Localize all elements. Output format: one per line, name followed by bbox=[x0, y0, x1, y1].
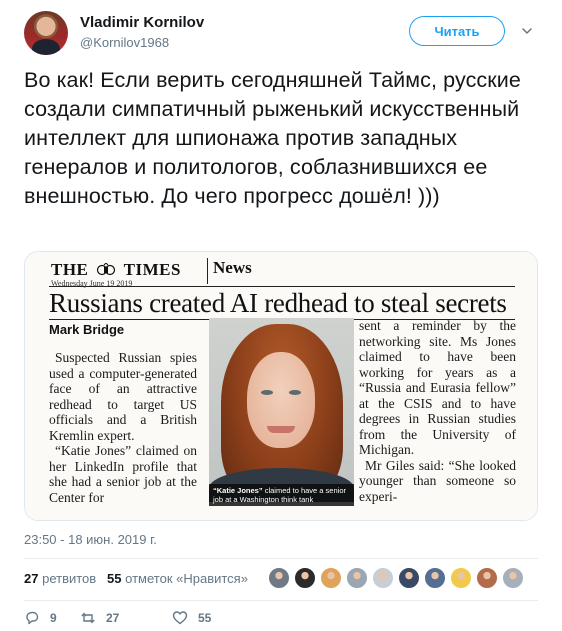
like-count: 55 bbox=[198, 611, 212, 625]
liker-avatar[interactable] bbox=[476, 567, 498, 589]
display-name[interactable]: Vladimir Kornilov bbox=[80, 14, 204, 31]
article-paragraph: Suspected Russian spies used a computer-… bbox=[49, 350, 197, 443]
liker-avatar[interactable] bbox=[320, 567, 342, 589]
article-column-right: sent a reminder by the networking site. … bbox=[359, 318, 516, 520]
chevron-down-icon[interactable] bbox=[522, 26, 532, 36]
masthead-left: THE bbox=[51, 260, 89, 279]
retweets-stat[interactable]: 27 ретвитов bbox=[24, 571, 96, 586]
masthead-divider bbox=[207, 258, 208, 284]
like-button[interactable]: 55 bbox=[172, 609, 211, 627]
article-paragraph: sent a reminder by the networking site. … bbox=[359, 318, 516, 457]
user-handle[interactable]: @Kornilov1968 bbox=[80, 35, 169, 50]
liker-avatar[interactable] bbox=[268, 567, 290, 589]
article-column-left: Suspected Russian spies used a computer-… bbox=[49, 350, 197, 520]
tweet-timestamp[interactable]: 23:50 - 18 июн. 2019 г. bbox=[24, 532, 157, 547]
retweet-count: 27 bbox=[106, 611, 120, 625]
reply-count: 9 bbox=[50, 611, 57, 625]
likes-stat[interactable]: 55 отметок «Нравится» bbox=[107, 571, 248, 586]
reply-button[interactable]: 9 bbox=[24, 609, 57, 627]
newspaper-clipping: THE TIMES Wednesday June 19 2019 News Ru… bbox=[25, 252, 537, 520]
retweet-icon bbox=[81, 612, 95, 624]
tweet-text: Во как! Если верить сегодняшней Таймс, р… bbox=[24, 68, 521, 208]
caption-name: “Katie Jones” bbox=[213, 486, 263, 495]
photo-caption: “Katie Jones” claimed to have a senior j… bbox=[209, 484, 354, 506]
liker-avatar[interactable] bbox=[346, 567, 368, 589]
divider bbox=[24, 558, 538, 559]
follow-button[interactable]: Читать bbox=[409, 16, 505, 46]
tweet-stats: 27 ретвитов 55 отметок «Нравится» bbox=[24, 571, 248, 586]
reply-icon bbox=[26, 611, 39, 625]
retweet-button[interactable]: 27 bbox=[80, 609, 119, 627]
heart-icon bbox=[172, 611, 188, 625]
liker-avatar[interactable] bbox=[424, 567, 446, 589]
tweet-card: Vladimir Kornilov @Kornilov1968 Читать В… bbox=[0, 0, 562, 631]
article-paragraph: Mr Giles said: “She looked younger than … bbox=[359, 457, 516, 504]
avatar[interactable] bbox=[24, 11, 68, 55]
liker-avatar[interactable] bbox=[450, 567, 472, 589]
divider bbox=[24, 600, 538, 601]
liker-avatar[interactable] bbox=[398, 567, 420, 589]
article-headline: Russians created AI redhead to steal sec… bbox=[49, 288, 507, 318]
times-masthead: THE TIMES bbox=[51, 260, 181, 280]
masthead-right: TIMES bbox=[123, 260, 181, 279]
article-paragraph: “Katie Jones” claimed on her LinkedIn pr… bbox=[49, 443, 197, 505]
liker-avatar[interactable] bbox=[372, 567, 394, 589]
section-label: News bbox=[213, 258, 252, 277]
liker-avatar[interactable] bbox=[502, 567, 524, 589]
article-photo bbox=[209, 318, 354, 502]
likers-avatars bbox=[268, 567, 528, 591]
liker-avatar[interactable] bbox=[294, 567, 316, 589]
tweet-media[interactable]: THE TIMES Wednesday June 19 2019 News Ru… bbox=[24, 251, 538, 521]
royal-crest-icon bbox=[97, 263, 116, 276]
article-byline: Mark Bridge bbox=[49, 322, 125, 337]
